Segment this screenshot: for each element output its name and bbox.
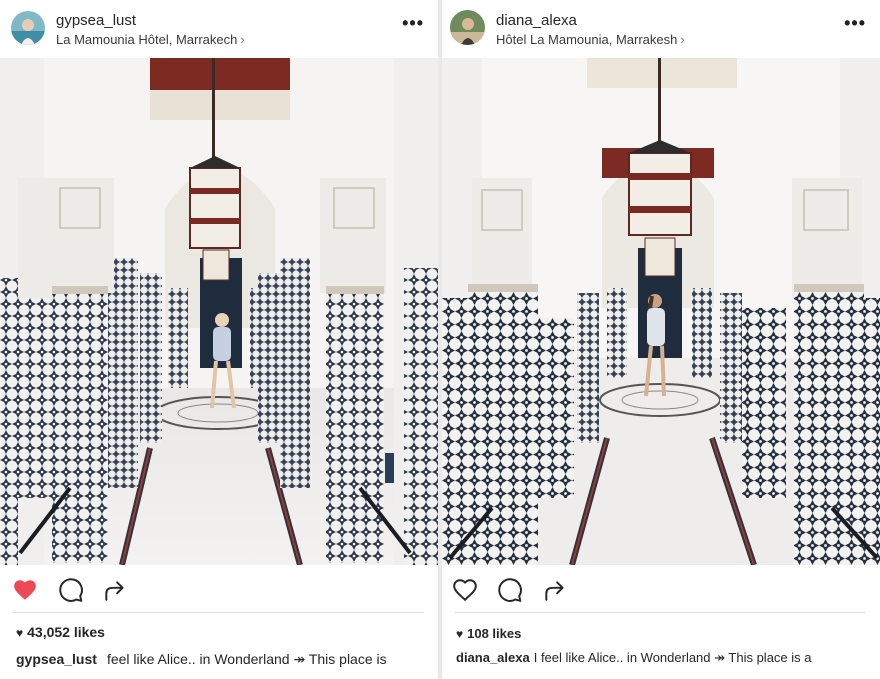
location-text: La Mamounia Hôtel, Marrakech (56, 32, 238, 47)
action-bar (0, 565, 438, 613)
likes-count[interactable]: ♥ 43,052 likes (16, 624, 105, 640)
comment-icon[interactable] (58, 577, 84, 603)
photo-scene (0, 58, 438, 565)
action-bar (442, 565, 880, 613)
small-heart-icon: ♥ (16, 626, 24, 640)
username[interactable]: diana_alexa (496, 12, 577, 29)
caption: diana_alexa I feel like Alice.. in Wonder… (456, 650, 812, 666)
likes-text: 43,052 likes (27, 624, 105, 640)
more-icon[interactable]: ••• (402, 14, 424, 32)
username[interactable]: gypsea_lust (56, 12, 136, 29)
location-link[interactable]: Hôtel La Mamounia, Marrakesh › (496, 32, 685, 47)
likes-count[interactable]: ♥ 108 likes (456, 626, 521, 641)
post-photo (0, 58, 438, 565)
post-header: gypsea_lust La Mamounia Hôtel, Marrakech… (0, 0, 438, 58)
post-header: diana_alexa Hôtel La Mamounia, Marrakesh… (442, 0, 880, 58)
divider (12, 612, 424, 613)
more-icon[interactable]: ••• (844, 14, 866, 32)
share-icon[interactable] (542, 577, 568, 603)
chevron-right-icon: › (680, 32, 685, 47)
divider (454, 612, 866, 613)
photo-scene (442, 58, 880, 565)
small-heart-icon: ♥ (456, 627, 464, 641)
caption-username[interactable]: gypsea_lust (16, 651, 97, 667)
heart-icon[interactable] (452, 577, 478, 603)
caption-text: I feel like Alice.. in Wonderland ↠ This… (533, 650, 812, 665)
post-photo (442, 58, 880, 565)
caption-text: feel like Alice.. in Wonderland ↠ This p… (106, 651, 387, 667)
avatar[interactable] (11, 11, 45, 45)
caption-username[interactable]: diana_alexa (456, 650, 530, 665)
share-icon[interactable] (102, 577, 128, 603)
heart-icon[interactable] (12, 577, 38, 603)
post-gypsea: gypsea_lust La Mamounia Hôtel, Marrakech… (0, 0, 438, 679)
post-diana: diana_alexa Hôtel La Mamounia, Marrakesh… (442, 0, 880, 679)
comment-icon[interactable] (497, 577, 523, 603)
location-text: Hôtel La Mamounia, Marrakesh (496, 32, 678, 47)
likes-text: 108 likes (467, 626, 522, 641)
caption: gypsea_lust feel like Alice.. in Wonderla… (16, 651, 387, 668)
location-link[interactable]: La Mamounia Hôtel, Marrakech › (56, 32, 245, 47)
chevron-right-icon: › (240, 32, 245, 47)
avatar[interactable] (450, 10, 485, 45)
